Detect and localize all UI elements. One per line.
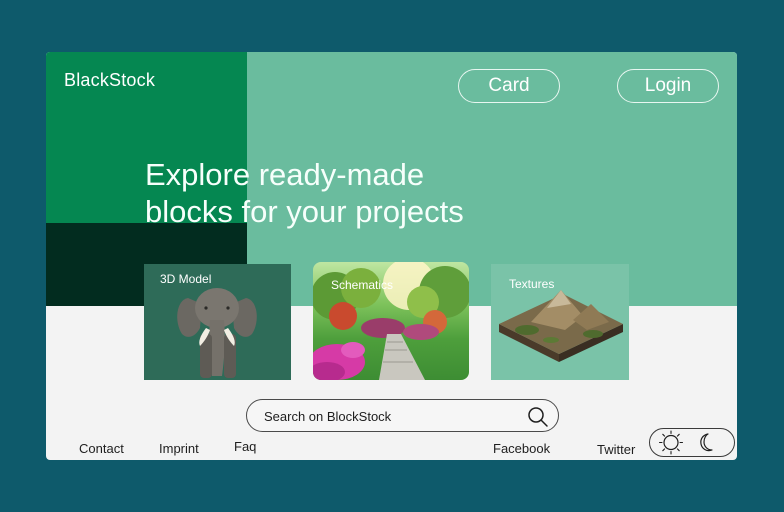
footer-link-twitter[interactable]: Twitter — [597, 442, 635, 457]
footer-link-faq[interactable]: Faq — [234, 439, 256, 454]
theme-toggle[interactable] — [649, 428, 735, 457]
brand-logo[interactable]: BlackStock — [64, 70, 155, 91]
app-window: BlackStock Card Login Explore ready-made… — [46, 52, 737, 460]
search-input[interactable] — [264, 407, 514, 425]
footer-link-imprint[interactable]: Imprint — [159, 441, 199, 456]
moon-icon[interactable] — [694, 429, 718, 456]
card-button[interactable]: Card — [458, 69, 560, 103]
tile-label: Schematics — [331, 278, 394, 292]
login-button[interactable]: Login — [617, 69, 719, 103]
search-icon[interactable] — [527, 406, 549, 428]
hero-headline-line1: Explore ready-made — [145, 157, 425, 192]
footer-link-contact[interactable]: Contact — [79, 441, 124, 456]
category-tile-3d-model[interactable]: 3D Model — [144, 264, 291, 380]
category-tile-textures[interactable]: Textures — [491, 264, 629, 380]
category-tile-schematics[interactable]: Schematics — [313, 262, 469, 380]
hero-headline-line2: blocks for your projects — [145, 194, 464, 229]
search-bar — [246, 399, 559, 432]
tile-label: Textures — [509, 277, 555, 291]
hero-headline: Explore ready-made blocks for your proje… — [145, 156, 565, 230]
tile-label: 3D Model — [160, 272, 212, 286]
footer-link-facebook[interactable]: Facebook — [493, 441, 550, 456]
sun-icon[interactable] — [656, 429, 686, 456]
